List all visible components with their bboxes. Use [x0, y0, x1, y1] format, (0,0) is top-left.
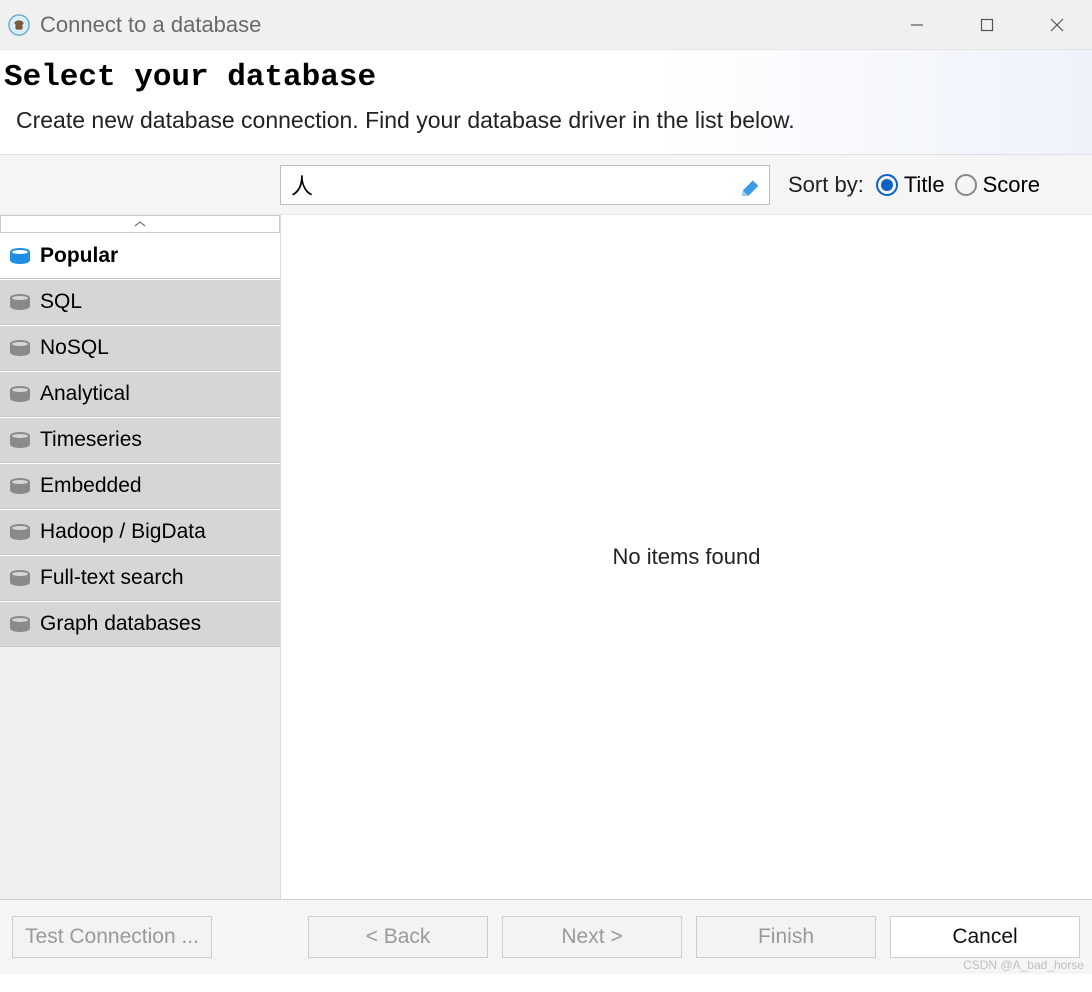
titlebar: Connect to a database	[0, 0, 1092, 50]
category-label: Popular	[40, 244, 118, 268]
wizard-header: Select your database Create new database…	[0, 50, 1092, 155]
sort-label: Sort by:	[788, 172, 864, 198]
category-item-analytical[interactable]: Analytical	[0, 371, 280, 417]
sort-radio-score[interactable]: Score	[955, 172, 1040, 198]
toolbar: Sort by: Title Score	[0, 155, 1092, 215]
category-label: Analytical	[40, 382, 130, 406]
radio-dot-icon	[876, 174, 898, 196]
page-description: Create new database connection. Find you…	[4, 105, 824, 136]
results-panel: No items found	[281, 215, 1092, 899]
category-item-graph-databases[interactable]: Graph databases	[0, 601, 280, 647]
category-label: Embedded	[40, 474, 142, 498]
category-label: Graph databases	[40, 612, 201, 636]
category-label: Timeseries	[40, 428, 142, 452]
finish-button[interactable]: Finish	[696, 916, 876, 958]
watermark: CSDN @A_bad_horse	[963, 958, 1084, 972]
category-item-timeseries[interactable]: Timeseries	[0, 417, 280, 463]
minimize-button[interactable]	[882, 0, 952, 49]
back-button[interactable]: < Back	[308, 916, 488, 958]
category-item-popular[interactable]: Popular	[0, 233, 280, 279]
radio-label: Score	[983, 172, 1040, 198]
empty-results-text: No items found	[613, 544, 761, 570]
wizard-footer: Test Connection ... < Back Next > Finish…	[0, 899, 1092, 974]
radio-label: Title	[904, 172, 945, 198]
sidebar-collapse-handle[interactable]	[0, 215, 280, 233]
test-connection-button[interactable]: Test Connection ...	[12, 916, 212, 958]
category-item-full-text-search[interactable]: Full-text search	[0, 555, 280, 601]
category-sidebar: Popular SQL NoSQL Analytical Timeseries Embed…	[0, 215, 281, 899]
page-title: Select your database	[4, 60, 1078, 95]
app-icon	[8, 14, 30, 36]
category-label: SQL	[40, 290, 82, 314]
close-button[interactable]	[1022, 0, 1092, 49]
maximize-button[interactable]	[952, 0, 1022, 49]
window-title: Connect to a database	[40, 12, 882, 38]
category-item-embedded[interactable]: Embedded	[0, 463, 280, 509]
category-item-nosql[interactable]: NoSQL	[0, 325, 280, 371]
radio-dot-icon	[955, 174, 977, 196]
next-button[interactable]: Next >	[502, 916, 682, 958]
sort-radio-title[interactable]: Title	[876, 172, 945, 198]
category-item-hadoop-bigdata[interactable]: Hadoop / BigData	[0, 509, 280, 555]
category-label: Hadoop / BigData	[40, 520, 206, 544]
category-label: NoSQL	[40, 336, 109, 360]
category-item-sql[interactable]: SQL	[0, 279, 280, 325]
clear-search-icon[interactable]	[738, 172, 764, 198]
category-label: Full-text search	[40, 566, 184, 590]
cancel-button[interactable]: Cancel	[890, 916, 1080, 958]
search-input[interactable]	[280, 165, 770, 205]
